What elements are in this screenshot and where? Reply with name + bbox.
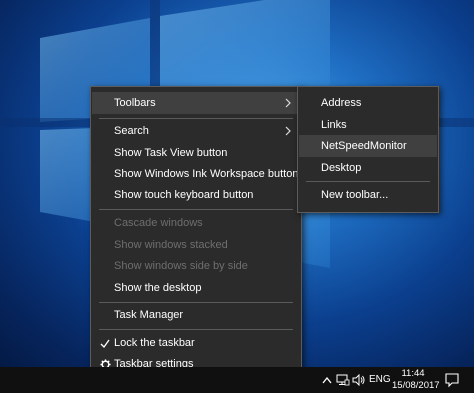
menu-separator	[99, 118, 293, 119]
menu-item-label: Show windows side by side	[114, 260, 248, 272]
toolbars-submenu: Address Links NetSpeedMonitor Desktop Ne…	[297, 86, 439, 213]
menu-item-label: Lock the taskbar	[114, 337, 195, 349]
network-icon[interactable]	[336, 373, 350, 387]
menu-item-label: Show the desktop	[114, 282, 202, 294]
submenu-item-label: NetSpeedMonitor	[321, 140, 407, 152]
menu-separator	[99, 329, 293, 330]
menu-separator	[99, 209, 293, 210]
menu-item-touch-keyboard[interactable]: Show touch keyboard button	[92, 184, 300, 206]
submenu-item-label: Address	[321, 97, 362, 109]
checkmark-icon	[98, 336, 112, 350]
menu-item-cascade: Cascade windows	[92, 212, 300, 234]
menu-item-lock-taskbar[interactable]: Lock the taskbar	[92, 332, 300, 354]
submenu-item-netspeedmonitor[interactable]: NetSpeedMonitor	[299, 135, 437, 157]
taskbar-clock[interactable]: 11:44 15/08/2017	[392, 368, 440, 392]
menu-item-label: Task Manager	[114, 309, 184, 321]
up-arrow-icon[interactable]	[320, 373, 334, 387]
language-indicator[interactable]: ENG	[369, 374, 391, 385]
notification-icon[interactable]	[444, 372, 460, 388]
menu-item-label: Cascade windows	[114, 217, 203, 229]
chevron-right-icon	[282, 125, 294, 137]
taskbar[interactable]: ENG 11:44 15/08/2017	[0, 367, 474, 393]
clock-time: 11:44	[401, 368, 425, 379]
menu-separator	[99, 302, 293, 303]
menu-item-search[interactable]: Search	[92, 120, 300, 142]
taskbar-context-menu: Toolbars Search Show Task View button Sh…	[90, 86, 302, 382]
submenu-item-label: Links	[321, 119, 347, 131]
chevron-right-icon	[282, 97, 294, 109]
clock-date: 15/08/2017	[392, 380, 440, 391]
menu-item-label: Toolbars	[114, 97, 156, 109]
menu-item-ink-workspace[interactable]: Show Windows Ink Workspace button	[92, 163, 300, 185]
menu-separator	[306, 181, 430, 182]
menu-item-label: Search	[114, 125, 149, 137]
menu-item-task-manager[interactable]: Task Manager	[92, 304, 300, 326]
submenu-item-links[interactable]: Links	[299, 114, 437, 136]
menu-item-label: Show touch keyboard button	[114, 189, 254, 201]
menu-item-show-desktop[interactable]: Show the desktop	[92, 277, 300, 299]
menu-item-side-by-side: Show windows side by side	[92, 255, 300, 277]
menu-item-label: Show windows stacked	[114, 239, 228, 251]
menu-item-task-view[interactable]: Show Task View button	[92, 142, 300, 164]
volume-icon[interactable]	[352, 373, 366, 387]
submenu-item-desktop[interactable]: Desktop	[299, 157, 437, 179]
menu-item-label: Show Windows Ink Workspace button	[114, 168, 299, 180]
menu-item-stacked: Show windows stacked	[92, 234, 300, 256]
submenu-item-address[interactable]: Address	[299, 92, 437, 114]
submenu-item-label: Desktop	[321, 162, 362, 174]
menu-item-label: Show Task View button	[114, 147, 228, 159]
menu-item-toolbars[interactable]: Toolbars	[92, 92, 300, 114]
submenu-item-new-toolbar[interactable]: New toolbar...	[299, 184, 437, 206]
submenu-item-label: New toolbar...	[321, 189, 389, 201]
